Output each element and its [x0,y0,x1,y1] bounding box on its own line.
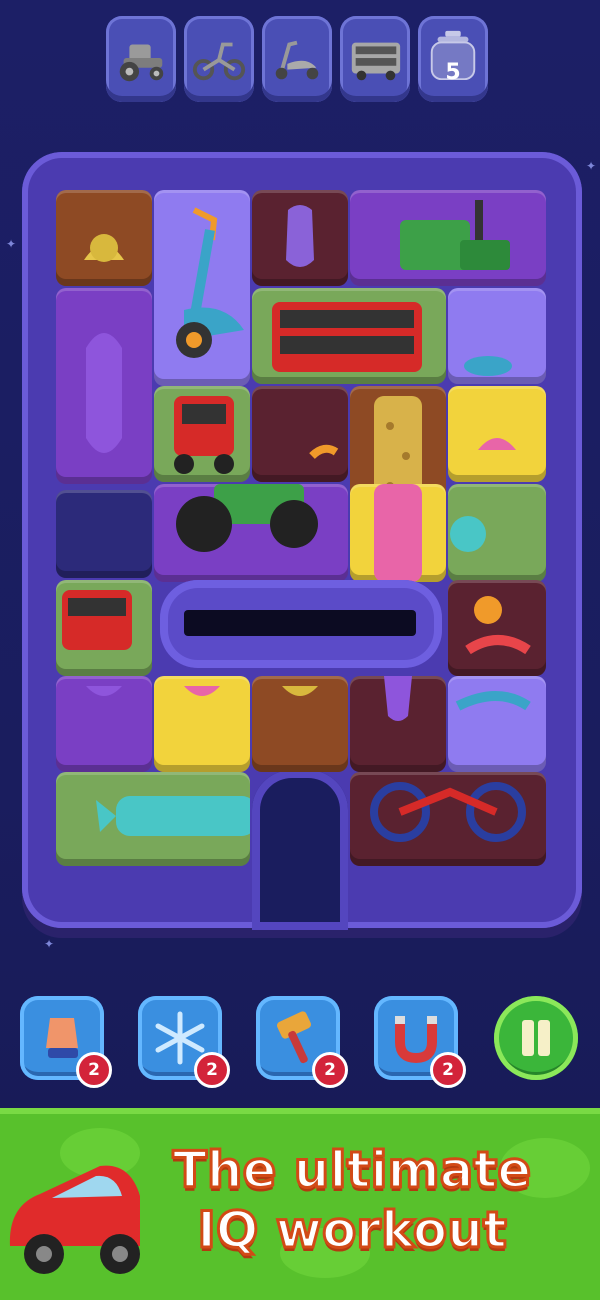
scooter-icon [275,40,319,80]
truck-icon [174,396,234,474]
booster-count-badge: 2 [76,1052,112,1088]
tile-maroon[interactable] [252,386,348,482]
tile-candy-pink[interactable] [350,484,446,582]
tile-truck[interactable] [154,386,250,482]
tile-candy-maroon[interactable] [252,190,348,286]
puzzle-board [56,190,546,866]
tile-scooter-maroon[interactable] [448,580,546,676]
goal-jar: 5 [418,16,488,102]
scooter-icon [176,207,244,358]
scooter-icon [465,596,531,655]
tile-candy-green[interactable] [448,484,546,582]
booster-count-badge: 2 [312,1052,348,1088]
glove-button[interactable]: 2 [20,996,112,1088]
tile-tractor-big[interactable] [154,484,348,582]
tile-scooter[interactable] [154,190,250,386]
tile-candy-brown-2[interactable] [252,676,348,772]
tricycle-icon [192,42,246,81]
tile-tractor-top[interactable] [350,190,546,286]
goal-tricycle [184,16,254,102]
tile-candy-purple-tall[interactable] [56,288,152,484]
goal-bus [340,16,410,102]
tile-candy-yellow-2[interactable] [154,676,250,772]
candy-icon [86,333,122,453]
candy-icon [184,686,220,696]
jar-count: 5 [445,60,461,85]
goals-bar: 5 [106,16,494,104]
tile-candy-maroon-2[interactable] [350,676,446,772]
candy-icon [282,686,318,696]
tricycle-icon [370,782,526,842]
star-icon: ✦ [586,159,597,173]
tile-bus[interactable] [252,288,446,384]
star-icon: ✦ [44,937,55,951]
candy-icon [86,686,122,696]
headline-line-1: The ultimate [171,1140,532,1201]
booster-bar: 2 2 2 2 [20,996,580,1088]
candy-icon [450,516,486,552]
bus-icon [272,302,422,372]
candy-icon [374,484,422,582]
tile-empty-dark[interactable] [56,490,152,578]
hole-slot [184,610,416,636]
candy-icon [96,796,250,836]
tile-tricycle[interactable] [350,772,546,866]
candy-icon [478,438,516,450]
tile-candy-purple[interactable] [56,676,152,772]
tile-scooter-lavender[interactable] [448,676,546,772]
goal-tractor [106,16,176,102]
tile-bus-small[interactable] [56,580,152,676]
tractor-icon [400,200,510,270]
candy-icon [464,356,512,376]
hammer-button[interactable]: 2 [256,996,348,1088]
candy-icon [286,205,314,267]
freeze-button[interactable]: 2 [138,996,230,1088]
candy-icon [384,676,412,721]
tile-lavender-small[interactable] [448,288,546,384]
scooter-icon [455,691,531,711]
magnet-button[interactable]: 2 [374,996,466,1088]
booster-count-badge: 2 [430,1052,466,1088]
pause-button[interactable] [494,996,578,1080]
tile-candy-checker[interactable] [56,772,250,866]
goal-scooter [262,16,332,102]
tile-candy-brown[interactable] [56,190,152,286]
tractor-icon [119,44,164,82]
bus-icon [351,42,401,81]
tricycle-icon [309,444,339,459]
bus-icon [62,590,132,650]
booster-count-badge: 2 [194,1052,230,1088]
candy-icon [84,234,124,262]
board-hole [160,580,442,668]
star-icon: ✦ [6,237,17,251]
tile-candy-yellow[interactable] [448,386,546,482]
tractor-icon [176,484,318,552]
promo-headline: The ultimate IQ workout [112,1140,592,1261]
headline-line-2: IQ workout [196,1200,508,1261]
